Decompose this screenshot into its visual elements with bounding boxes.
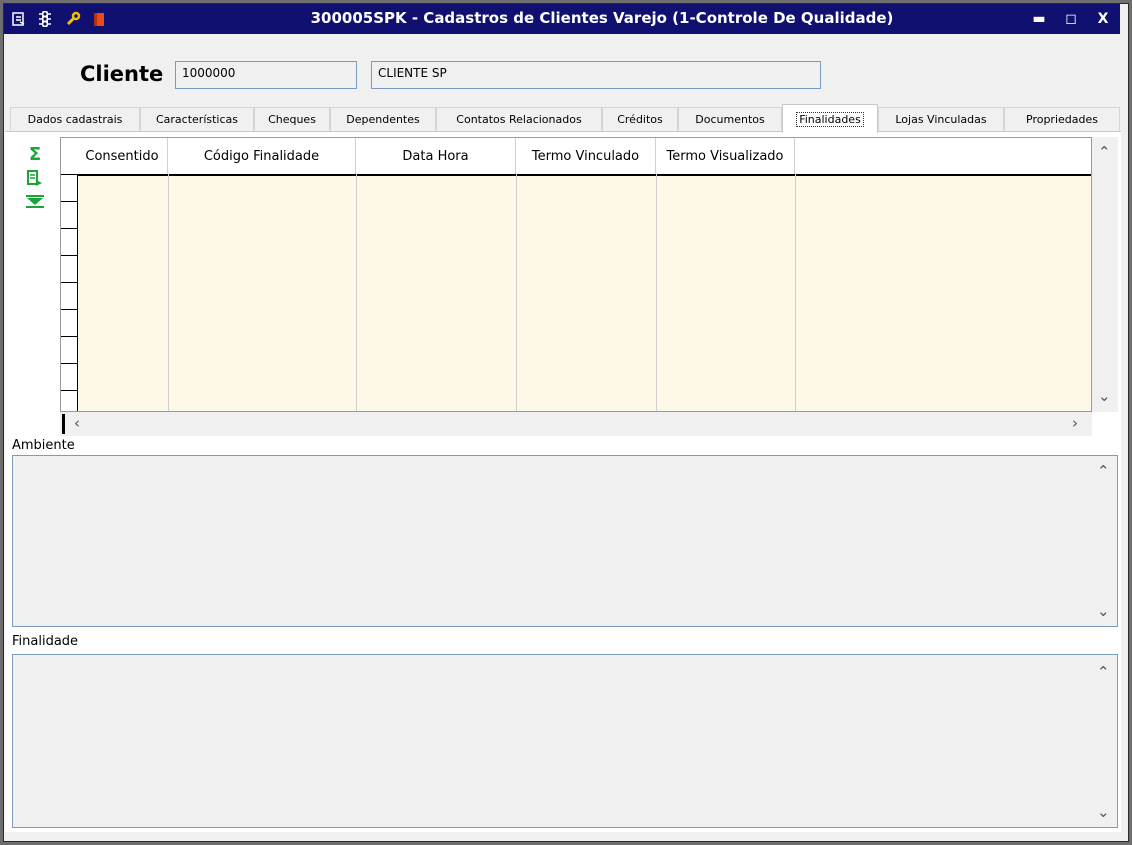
cliente-code-field[interactable]: 1000000 xyxy=(175,61,357,89)
cliente-label: Cliente xyxy=(80,62,164,86)
tab-dados-cadastrais[interactable]: Dados cadastrais xyxy=(10,107,140,131)
ambiente-scrollbar[interactable]: ⌃ ⌄ xyxy=(1091,456,1117,626)
tab-label: Créditos xyxy=(617,113,663,126)
minimize-button[interactable]: ▬ xyxy=(1028,8,1050,30)
tab-dependentes[interactable]: Dependentes xyxy=(330,107,436,131)
row-marker xyxy=(62,414,65,434)
scroll-left-icon[interactable]: ‹ xyxy=(74,414,80,432)
export-icon[interactable] xyxy=(20,166,50,190)
grid-header: Consentido Código Finalidade Data Hora T… xyxy=(77,138,1091,176)
download-icon[interactable] xyxy=(20,190,50,214)
scroll-up-icon[interactable]: ⌃ xyxy=(1097,462,1110,480)
tab-finalidades[interactable]: Finalidades xyxy=(782,104,878,133)
tab-label: Contatos Relacionados xyxy=(456,113,582,126)
ambiente-memo[interactable]: ⌃ ⌄ xyxy=(12,455,1118,627)
grid-toolbar: Σ xyxy=(20,142,50,214)
tab-lojas-vinculadas[interactable]: Lojas Vinculadas xyxy=(878,107,1004,131)
tab-propriedades[interactable]: Propriedades xyxy=(1004,107,1120,131)
column-header-data-hora[interactable]: Data Hora xyxy=(356,138,516,174)
close-button[interactable]: X xyxy=(1092,8,1114,30)
scroll-right-icon[interactable]: › xyxy=(1072,414,1078,432)
column-header-codigo-finalidade[interactable]: Código Finalidade xyxy=(168,138,356,174)
cliente-name-field[interactable]: CLIENTE SP xyxy=(371,61,821,89)
row-indicator-gutter xyxy=(61,138,78,411)
grid-horizontal-scrollbar[interactable]: ‹ › xyxy=(60,412,1092,436)
tab-label: Propriedades xyxy=(1026,113,1098,126)
scroll-down-icon[interactable]: ⌄ xyxy=(1097,602,1110,620)
tab-label: Finalidades xyxy=(796,111,864,127)
tab-label: Características xyxy=(155,113,238,126)
tab-creditos[interactable]: Créditos xyxy=(602,107,678,131)
column-header-termo-visualizado[interactable]: Termo Visualizado xyxy=(656,138,795,174)
tab-bar: Dados cadastrais Características Cheques… xyxy=(4,104,1120,133)
maximize-button[interactable]: ◻ xyxy=(1060,8,1082,30)
scroll-down-icon[interactable]: ⌄ xyxy=(1097,803,1110,821)
finalidade-scrollbar[interactable]: ⌃ ⌄ xyxy=(1091,655,1117,827)
tab-label: Lojas Vinculadas xyxy=(895,113,987,126)
tab-label: Cheques xyxy=(268,113,316,126)
finalidade-memo[interactable]: ⌃ ⌄ xyxy=(12,654,1118,828)
sum-icon[interactable]: Σ xyxy=(20,142,50,166)
tab-caracteristicas[interactable]: Características xyxy=(140,107,254,131)
tab-label: Documentos xyxy=(695,113,765,126)
tab-cheques[interactable]: Cheques xyxy=(254,107,330,131)
grid-vertical-scrollbar[interactable]: ⌃ ⌄ xyxy=(1092,137,1118,412)
ambiente-label: Ambiente xyxy=(12,438,75,453)
tab-contatos-relacionados[interactable]: Contatos Relacionados xyxy=(436,107,602,131)
scroll-down-icon[interactable]: ⌄ xyxy=(1098,387,1111,405)
finalidades-grid[interactable]: Consentido Código Finalidade Data Hora T… xyxy=(60,137,1092,412)
tab-label: Dependentes xyxy=(346,113,420,126)
scroll-up-icon[interactable]: ⌃ xyxy=(1097,663,1110,681)
scroll-up-icon[interactable]: ⌃ xyxy=(1098,143,1111,161)
column-header-termo-vinculado[interactable]: Termo Vinculado xyxy=(516,138,656,174)
finalidade-label: Finalidade xyxy=(12,634,79,649)
tab-label: Dados cadastrais xyxy=(27,113,123,126)
title-bar: 300005SPK - Cadastros de Clientes Varejo… xyxy=(4,4,1120,34)
window-title: 300005SPK - Cadastros de Clientes Varejo… xyxy=(310,9,894,27)
tab-documentos[interactable]: Documentos xyxy=(678,107,782,131)
column-header-consentido[interactable]: Consentido xyxy=(77,138,168,174)
